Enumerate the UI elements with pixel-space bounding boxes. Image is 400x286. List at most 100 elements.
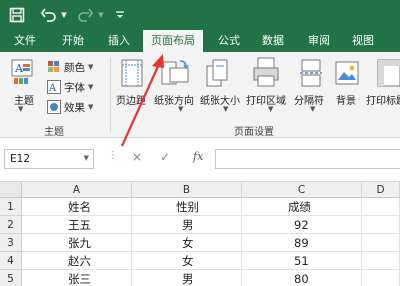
table-cell[interactable]: 赵六: [22, 252, 132, 270]
effects-dropdown-icon: ▼: [88, 103, 94, 111]
margins-icon[interactable]: [120, 58, 144, 91]
fonts-button[interactable]: A 字体 ▼: [47, 78, 93, 96]
print-titles-icon[interactable]: [376, 58, 400, 91]
effects-label: 效果: [64, 101, 85, 114]
colors-label: 颜色: [64, 61, 85, 74]
themes-button[interactable]: 主题: [14, 92, 34, 107]
colors-dropdown-icon: ▼: [88, 63, 94, 71]
table-cell[interactable]: [362, 198, 400, 216]
table-cell[interactable]: [362, 216, 400, 234]
table-cell[interactable]: 92: [242, 216, 362, 234]
cell-text: 女: [182, 254, 194, 268]
cell-text: 男: [182, 218, 194, 232]
tab-page-layout[interactable]: 页面布局: [143, 30, 203, 54]
fonts-icon: A: [47, 80, 61, 94]
background-icon[interactable]: [334, 58, 360, 91]
tab-review[interactable]: 审阅: [302, 30, 336, 52]
cancel-entry-icon[interactable]: ×: [132, 150, 142, 164]
ribbon-tab-bar: 文件 开始 插入 页面布局 公式 数据 审阅 视图: [0, 30, 400, 54]
cell-text: 男: [182, 272, 194, 286]
row-header[interactable]: 4: [0, 252, 22, 270]
title-bar: ▼ ▼: [0, 0, 400, 30]
name-box-dropdown-icon[interactable]: ▼: [84, 154, 89, 162]
tab-insert[interactable]: 插入: [102, 30, 136, 52]
column-header-c[interactable]: C: [242, 182, 362, 198]
undo-icon[interactable]: [40, 0, 58, 30]
breaks-button[interactable]: 分隔符: [294, 92, 324, 107]
table-cell[interactable]: 张九: [22, 234, 132, 252]
print-area-button[interactable]: 打印区域: [246, 92, 286, 107]
themes-group-label: 主题: [44, 127, 64, 138]
svg-text:A: A: [14, 62, 24, 75]
cell-text: 赵六: [68, 254, 91, 268]
background-button[interactable]: 背景: [336, 92, 356, 107]
table-cell[interactable]: 性别: [132, 198, 242, 216]
redo-dropdown-icon[interactable]: ▼: [97, 0, 105, 30]
table-cell[interactable]: 51: [242, 252, 362, 270]
page-size-icon[interactable]: [205, 58, 231, 91]
table-cell[interactable]: 女: [132, 252, 242, 270]
name-box[interactable]: E12 ▼: [4, 149, 94, 169]
orientation-button[interactable]: 纸张方向: [154, 92, 194, 107]
worksheet-grid: A B C D 1 姓名 性别 成绩 2 王五 男 92 3 张九 女 89 4…: [0, 182, 400, 286]
tab-data[interactable]: 数据: [256, 30, 290, 52]
cell-text: 51: [294, 254, 309, 268]
row-header[interactable]: 5: [0, 270, 22, 286]
fonts-label: 字体: [64, 81, 85, 94]
breaks-dropdown-icon[interactable]: ▼: [310, 105, 315, 113]
effects-icon: [47, 100, 61, 114]
themes-icon[interactable]: A: [10, 58, 36, 93]
tab-view[interactable]: 视图: [346, 30, 380, 52]
effects-button[interactable]: 效果 ▼: [47, 98, 93, 116]
redo-icon[interactable]: [76, 0, 94, 30]
column-header-b[interactable]: B: [132, 182, 242, 198]
formula-input[interactable]: [215, 149, 400, 169]
table-cell[interactable]: 姓名: [22, 198, 132, 216]
svg-text:A: A: [48, 83, 57, 94]
row-header[interactable]: 2: [0, 216, 22, 234]
print-titles-button[interactable]: 打印标题: [366, 92, 400, 107]
table-cell[interactable]: [362, 234, 400, 252]
select-all-corner[interactable]: [0, 182, 22, 198]
themes-dropdown-icon[interactable]: ▼: [18, 105, 23, 113]
customize-toolbar-icon[interactable]: [114, 0, 126, 30]
orientation-icon[interactable]: [160, 58, 190, 91]
cell-text: 性别: [176, 200, 199, 214]
breaks-icon[interactable]: [300, 58, 322, 91]
table-cell[interactable]: 80: [242, 270, 362, 286]
confirm-entry-icon[interactable]: ✓: [160, 150, 170, 164]
column-header-a[interactable]: A: [22, 182, 132, 198]
margins-button[interactable]: 页边距: [116, 92, 146, 107]
colors-button[interactable]: 颜色 ▼: [47, 58, 93, 76]
undo-dropdown-icon[interactable]: ▼: [60, 0, 68, 30]
cell-text: 92: [294, 218, 309, 232]
orientation-dropdown-icon[interactable]: ▼: [178, 105, 183, 113]
table-cell[interactable]: 男: [132, 270, 242, 286]
page-size-button[interactable]: 纸张大小: [200, 92, 240, 107]
table-cell[interactable]: 王五: [22, 216, 132, 234]
ribbon-page-layout: A 主题 ▼ 颜色 ▼ A 字体 ▼ 效果 ▼ 主题 页边距 纸张方向 纸张大小…: [0, 52, 400, 138]
row-header[interactable]: 3: [0, 234, 22, 252]
table-cell[interactable]: 89: [242, 234, 362, 252]
cell-text: 89: [294, 236, 309, 250]
insert-function-icon[interactable]: fx: [193, 150, 203, 163]
table-cell[interactable]: 男: [132, 216, 242, 234]
table-cell[interactable]: 女: [132, 234, 242, 252]
group-separator: [110, 58, 111, 132]
save-icon[interactable]: [4, 0, 30, 30]
page-size-dropdown-icon[interactable]: ▼: [223, 105, 228, 113]
formula-bar-resize-handle[interactable]: ⋮: [108, 150, 118, 161]
cell-text: 成绩: [288, 200, 311, 214]
print-area-dropdown-icon[interactable]: ▼: [268, 105, 273, 113]
table-cell[interactable]: 张三: [22, 270, 132, 286]
table-cell[interactable]: 成绩: [242, 198, 362, 216]
table-cell[interactable]: [362, 252, 400, 270]
table-cell[interactable]: [362, 270, 400, 286]
row-header[interactable]: 1: [0, 198, 22, 216]
column-header-d[interactable]: D: [362, 182, 400, 198]
tab-file[interactable]: 文件: [12, 30, 38, 52]
cell-text: 张三: [68, 272, 91, 286]
tab-formulas[interactable]: 公式: [212, 30, 246, 52]
print-area-icon[interactable]: [252, 56, 280, 91]
tab-home[interactable]: 开始: [56, 30, 90, 52]
